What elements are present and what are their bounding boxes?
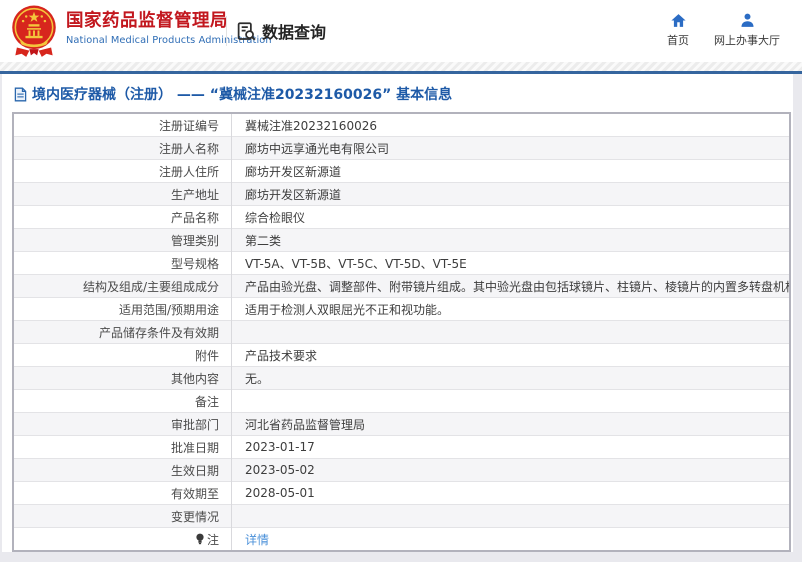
page: 国家药品监督管理局 National Medical Products Admi… (0, 0, 802, 562)
row-label: 适用范围/预期用途 (118, 302, 219, 317)
row-value: 2023-05-02 (231, 458, 790, 482)
row-value: 产品由验光盘、调整部件、附带镜片组成。其中验光盘由包括球镜片、柱镜片、棱镜片的内… (231, 274, 790, 298)
table-row: 结构及组成/主要组成成分 产品由验光盘、调整部件、附带镜片组成。其中验光盘由包括… (13, 274, 790, 298)
nav-home[interactable]: 首页 (656, 12, 700, 48)
row-label: 其他内容 (170, 371, 219, 386)
table-row: 审批部门 河北省药品监督管理局 (13, 412, 790, 436)
row-label: 注 (206, 532, 219, 547)
row-label: 注册证编号 (158, 118, 219, 133)
table-row: 注册证编号 冀械注准20232160026 (13, 113, 790, 137)
row-label: 变更情况 (170, 509, 219, 524)
table-row: 产品储存条件及有效期 (13, 320, 790, 344)
row-label: 生效日期 (170, 463, 219, 478)
header-divider (226, 16, 227, 46)
row-value (231, 389, 790, 413)
row-value: 综合检眼仪 (231, 205, 790, 229)
row-value: 2023-01-17 (231, 435, 790, 459)
row-label: 有效期至 (170, 486, 219, 501)
table-row: 附件 产品技术要求 (13, 343, 790, 367)
table-row: 产品名称 综合检眼仪 (13, 205, 790, 229)
row-value: 河北省药品监督管理局 (231, 412, 790, 436)
table-row: 生效日期 2023-05-02 (13, 458, 790, 482)
content-panel: 境内医疗器械（注册） —— “冀械注准20232160026” 基本信息 注册证… (2, 74, 793, 552)
table-row: 生产地址 廊坊开发区新源道 (13, 182, 790, 206)
row-label: 生产地址 (170, 187, 219, 202)
data-search-icon (237, 21, 256, 41)
table-row: 批准日期 2023-01-17 (13, 435, 790, 459)
row-value: 详情 (231, 527, 790, 551)
table-row: 注册人住所 廊坊开发区新源道 (13, 159, 790, 183)
table-row: 管理类别 第二类 (13, 228, 790, 252)
data-query-section[interactable]: 数据查询 (236, 19, 326, 43)
table-row: 适用范围/预期用途 适用于检测人双眼屈光不正和视功能。 (13, 297, 790, 321)
info-table-body: 注册证编号 冀械注准20232160026 注册人名称 廊坊中远享通光电有限公司… (13, 113, 790, 551)
table-row: 备注 (13, 389, 790, 413)
nav-online-hall[interactable]: 网上办事大厅 (706, 12, 788, 48)
row-value: 廊坊开发区新源道 (231, 182, 790, 206)
row-value: 冀械注准20232160026 (245, 118, 377, 133)
table-row: 注 详情 (13, 527, 790, 551)
row-value: 第二类 (231, 228, 790, 252)
bulb-icon (195, 533, 205, 548)
row-label: 附件 (194, 348, 219, 363)
striped-band (0, 62, 802, 71)
row-label: 产品名称 (170, 210, 219, 225)
row-value: VT-5A、VT-5B、VT-5C、VT-5D、VT-5E (231, 251, 790, 275)
table-row: 注册人名称 廊坊中远享通光电有限公司 (13, 136, 790, 160)
row-label: 产品储存条件及有效期 (98, 325, 219, 340)
row-value: 2028-05-01 (231, 481, 790, 505)
nav-hall-label: 网上办事大厅 (714, 34, 780, 47)
row-label: 型号规格 (170, 256, 219, 271)
row-label: 注册人住所 (158, 164, 219, 179)
page-title: 境内医疗器械（注册） —— “冀械注准20232160026” 基本信息 (14, 84, 452, 104)
data-query-label: 数据查询 (262, 23, 327, 42)
row-label: 管理类别 (170, 233, 219, 248)
row-value (231, 320, 790, 344)
row-value: 廊坊开发区新源道 (231, 159, 790, 183)
document-icon (14, 87, 27, 101)
table-row: 其他内容 无。 (13, 366, 790, 390)
table-row: 变更情况 (13, 504, 790, 528)
home-icon (670, 14, 686, 27)
row-label: 备注 (194, 394, 219, 409)
row-value: 适用于检测人双眼屈光不正和视功能。 (231, 297, 790, 321)
person-icon (740, 13, 754, 27)
page-title-text: 境内医疗器械（注册） —— “冀械注准20232160026” 基本信息 (32, 87, 453, 103)
row-value: 廊坊中远享通光电有限公司 (231, 136, 790, 160)
table-row: 型号规格 VT-5A、VT-5B、VT-5C、VT-5D、VT-5E (13, 251, 790, 275)
nav-home-label: 首页 (667, 34, 689, 47)
row-label: 批准日期 (170, 440, 219, 455)
row-value: 无。 (231, 366, 790, 390)
national-emblem-icon (12, 5, 56, 57)
row-value: 产品技术要求 (231, 343, 790, 367)
row-label: 结构及组成/主要组成成分 (82, 279, 219, 294)
detail-link[interactable]: 详情 (245, 533, 269, 547)
table-row: 有效期至 2028-05-01 (13, 481, 790, 505)
registration-info-table: 注册证编号 冀械注准20232160026 注册人名称 廊坊中远享通光电有限公司… (12, 112, 791, 552)
row-label: 注册人名称 (158, 141, 219, 156)
row-label: 审批部门 (170, 417, 219, 432)
row-value (231, 504, 790, 528)
site-header: 国家药品监督管理局 National Medical Products Admi… (0, 0, 802, 62)
